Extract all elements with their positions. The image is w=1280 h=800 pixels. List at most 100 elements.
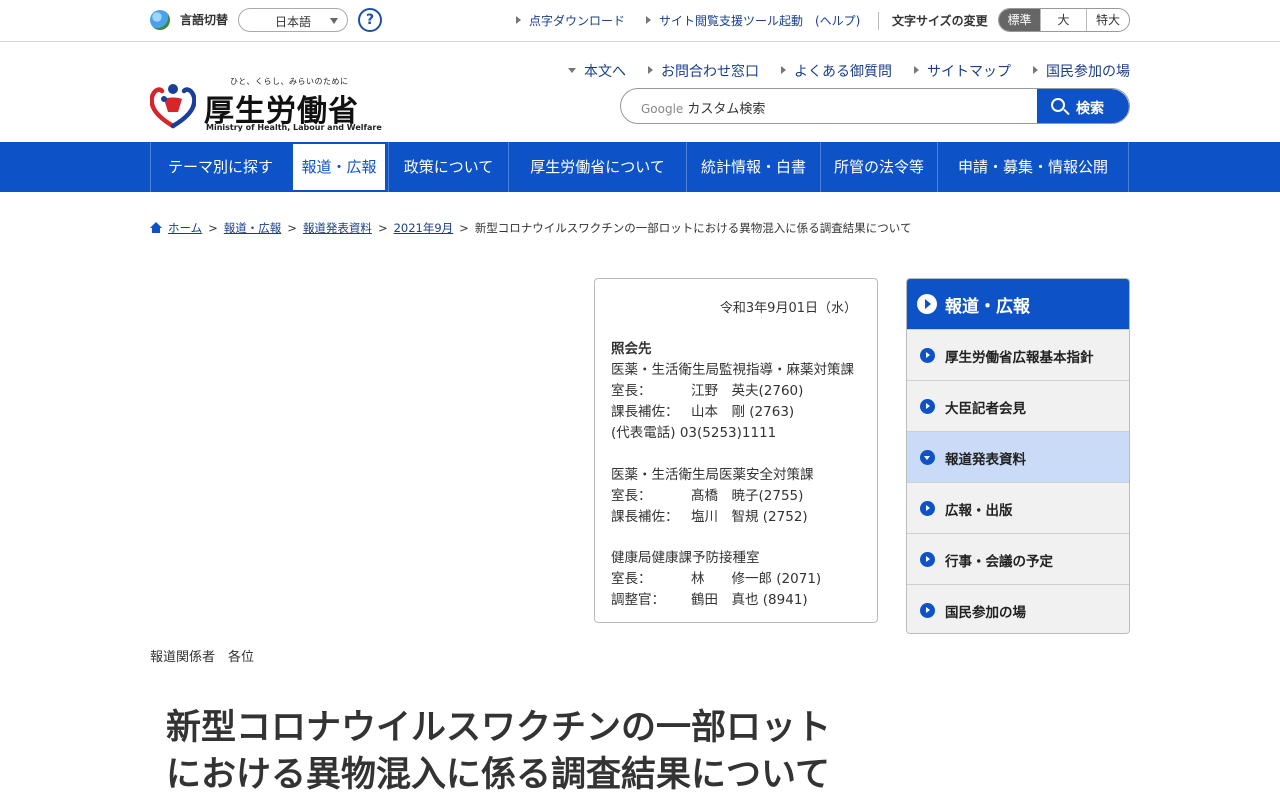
breadcrumb-press-releases[interactable]: 報道発表資料 [303,221,372,235]
search-input[interactable]: Google カスタム検索 検索 [620,88,1130,124]
contact-dept-3: 健康局健康課予防接種室 [611,550,760,566]
arrow-right-icon [914,66,919,74]
site-logo[interactable]: ひと、くらし、みらいのために 厚生労働省 Ministry of Health,… [150,76,382,132]
contact-row: 室長： 林 修一郎 (2071) [611,567,821,587]
language-label: 言語切替 [180,13,229,27]
side-item-pr-policy[interactable]: 厚生労働省広報基本指針 [907,329,1129,380]
contact-name: 髙橋 暁子(2755) [691,488,804,504]
braille-download-link[interactable]: 点字ダウンロード [516,12,625,29]
logo-english: Ministry of Health, Labour and Welfare [206,123,382,132]
breadcrumb-separator: > [377,221,388,235]
main-phone: (代表電話) 03(5253)1111 [611,425,777,441]
help-icon[interactable]: ? [358,8,382,32]
contact-role: 調整官： [611,592,665,608]
side-item-publications[interactable]: 広報・出版 [907,482,1129,533]
globe-icon [150,10,170,30]
contact-row: 課長補佐： 山本 剛 (2763) [611,400,794,420]
contact-row: 室長： 江野 英夫(2760) [611,379,803,399]
faq-label: よくある御質問 [794,64,892,80]
arrow-right-icon [1033,66,1038,74]
browsing-assist-link[interactable]: サイト閲覧支援ツール起動 (ヘルプ) [646,12,860,29]
contact-dept-1: 医薬・生活衛生局監視指導・麻薬対策課 [611,362,854,378]
arrow-circle-icon [920,552,935,567]
font-size-standard[interactable]: 標準 [999,9,1041,31]
side-item-label: 行事・会議の予定 [945,554,1053,570]
contact-role: 室長： [611,488,652,504]
side-item-label: 報道発表資料 [945,452,1026,468]
global-nav: テーマ別に探す 報道・広報 政策について 厚生労働省について 統計情報・白書 所… [0,142,1280,192]
side-item-events[interactable]: 行事・会議の予定 [907,533,1129,584]
language-select-value: 日本語 [275,15,312,29]
skip-to-content-label: 本文へ [584,64,626,80]
side-item-press-releases[interactable]: 報道発表資料 [907,431,1129,482]
contact-link[interactable]: お問合わせ窓口 [648,61,759,81]
arrow-circle-icon [917,294,937,314]
arrow-circle-icon [920,399,935,414]
google-label: Google [641,102,684,116]
language-select[interactable]: 日本語 [238,8,348,32]
contact-row: 室長： 髙橋 暁子(2755) [611,484,803,504]
sitemap-link[interactable]: サイトマップ [914,61,1011,81]
breadcrumb-current: 新型コロナウイルスワクチンの一部ロットにおける異物混入に係る調査結果について [474,221,912,235]
gnav-applications[interactable]: 申請・募集・情報公開 [937,142,1129,192]
braille-download-label: 点字ダウンロード [529,14,626,28]
gnav-about[interactable]: 厚生労働省について [508,142,686,192]
contact-name: 林 修一郎 (2071) [691,571,822,587]
contact-role: 課長補佐： [611,509,679,525]
gnav-laws[interactable]: 所管の法令等 [820,142,937,192]
arrow-right-icon [648,66,653,74]
side-item-minister-conference[interactable]: 大臣記者会見 [907,380,1129,431]
side-nav: 報道・広報 厚生労働省広報基本指針 大臣記者会見 報道発表資料 広報・出版 行事… [906,278,1130,634]
arrow-circle-icon [920,348,935,363]
contact-row: 調整官： 鶴田 真也 (8941) [611,588,808,608]
divider [878,12,879,30]
gnav-statistics[interactable]: 統計情報・白書 [686,142,820,192]
contact-box: 令和3年9月01日（水） 照会先 医薬・生活衛生局監視指導・麻薬対策課 室長： 江… [594,278,878,623]
breadcrumb-press[interactable]: 報道・広報 [224,221,282,235]
contact-name: 鶴田 真也 (8941) [691,592,808,608]
search-placeholder: Google カスタム検索 [641,98,765,117]
breadcrumb: ホーム > 報道・広報 > 報道発表資料 >2021年9月 > 新型コロナウイルスワクチンの一… [150,220,911,236]
contact-role: 課長補佐： [611,404,679,420]
release-date: 令和3年9月01日（水） [719,301,857,316]
search-button[interactable]: 検索 [1037,89,1129,123]
gnav-theme[interactable]: テーマ別に探す [150,142,290,192]
side-nav-heading[interactable]: 報道・広報 [907,279,1129,329]
gnav-press[interactable]: 報道・広報 [291,142,387,192]
sitemap-label: サイトマップ [927,64,1011,80]
search-icon [1051,98,1065,112]
breadcrumb-home[interactable]: ホーム [168,221,202,235]
addressee: 報道関係者 各位 [150,650,255,665]
contact-name: 江野 英夫(2760) [691,383,804,399]
faq-link[interactable]: よくある御質問 [781,61,892,81]
arrow-circle-icon [920,501,935,516]
font-size-switcher: 標準 大 特大 [998,8,1130,32]
participation-link[interactable]: 国民参加の場 [1033,61,1130,81]
chevron-down-icon [330,18,338,24]
font-size-label: 文字サイズの変更 [892,14,988,28]
browsing-assist-label: サイト閲覧支援ツール起動 (ヘルプ) [659,14,861,28]
participation-label: 国民参加の場 [1046,64,1130,80]
page-title-line-2: における異物混入に係る調査結果について [166,755,830,795]
search-button-label: 検索 [1076,101,1104,117]
logo-mark-icon [150,84,196,129]
breadcrumb-separator: > [287,221,297,235]
contact-label: お問合わせ窓口 [661,64,759,80]
home-icon [150,222,162,233]
gnav-policy[interactable]: 政策について [388,142,508,192]
page-title: 新型コロナウイルスワクチンの一部ロット における異物混入に係る調査結果について [166,705,886,799]
arrow-right-icon [516,16,521,24]
breadcrumb-month[interactable]: 2021年9月 [394,221,454,235]
contact-name: 塩川 智規 (2752) [691,509,808,525]
search-placeholder-text: カスタム検索 [687,102,766,117]
side-item-label: 大臣記者会見 [945,401,1026,417]
page-title-line-1: 新型コロナウイルスワクチンの一部ロット [166,708,832,748]
breadcrumb-separator: > [459,221,469,235]
skip-to-content-link[interactable]: 本文へ [568,61,626,81]
side-item-participation[interactable]: 国民参加の場 [907,584,1129,633]
side-item-label: 国民参加の場 [945,605,1026,621]
breadcrumb-separator: > [208,221,218,235]
font-size-xlarge[interactable]: 特大 [1087,9,1129,31]
contact-role: 室長： [611,571,652,587]
font-size-large[interactable]: 大 [1041,9,1087,31]
